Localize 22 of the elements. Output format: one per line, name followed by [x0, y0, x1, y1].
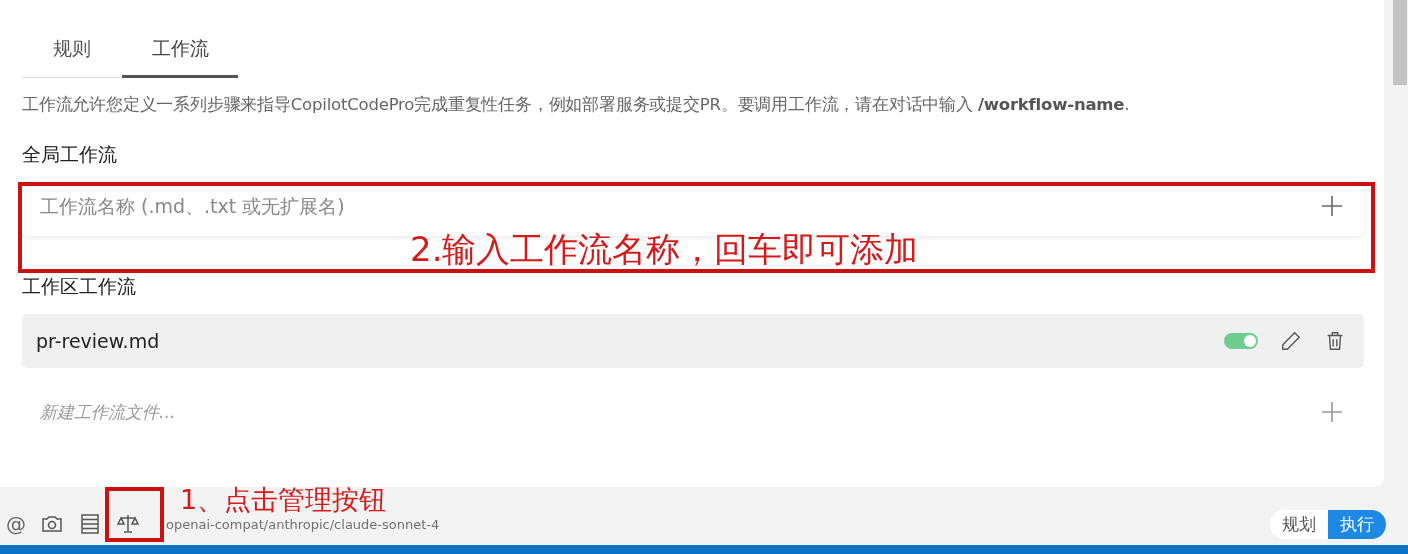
mode-tab[interactable]: 规划 — [1270, 509, 1328, 539]
list-icon[interactable] — [78, 512, 102, 536]
highlight-frame — [105, 487, 164, 542]
toggle-switch[interactable] — [1224, 333, 1258, 349]
tab[interactable]: 规则 — [22, 28, 122, 78]
workflow-row[interactable]: pr-review.md — [22, 314, 1364, 368]
section-heading: 全局工作流 — [22, 142, 118, 167]
edit-icon[interactable] — [1280, 330, 1302, 352]
new-workflow-field[interactable]: 新建工作流文件... — [38, 401, 1320, 423]
model-label[interactable]: openai-compat/anthropic/claude-sonnet-4 — [166, 516, 440, 532]
section-heading: 工作区工作流 — [22, 274, 137, 299]
mode-tab[interactable]: 执行 — [1328, 509, 1386, 539]
tab[interactable]: 工作流 — [122, 28, 238, 78]
description-text: 工作流允许您定义一系列步骤来指导CopilotCodePro完成重复性任务，例如部署服务或提交PR。要调用工作流，请在对话中输入 /workflow-name. — [22, 94, 1131, 116]
scrollbar-thumb[interactable] — [1393, 0, 1407, 85]
workflow-name: pr-review.md — [36, 330, 161, 352]
workflow-name-field[interactable]: 工作流名称 (.md、.txt 或无扩展名) — [38, 194, 1320, 218]
annotation-text: 2.输入工作流名称，回车即可添加 — [410, 232, 919, 266]
balance-scale-icon[interactable] — [116, 512, 140, 536]
add-icon[interactable] — [1320, 194, 1344, 218]
mention-button[interactable]: @ — [6, 512, 26, 536]
annotation-text: 1、点击管理按钮 — [180, 486, 387, 513]
